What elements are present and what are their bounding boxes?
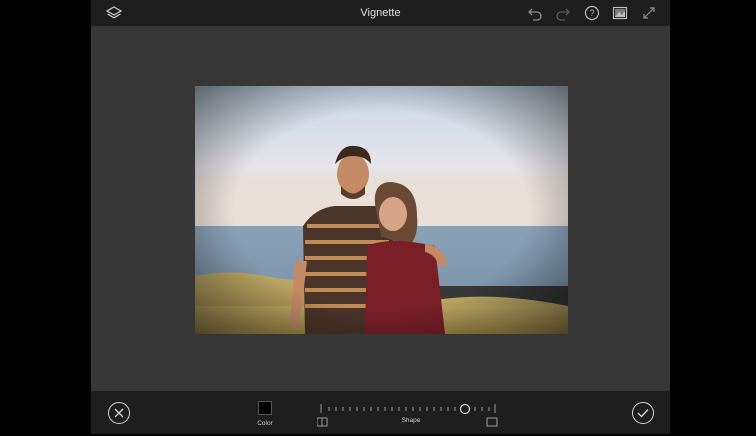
image-compare-icon[interactable] <box>611 4 629 22</box>
svg-text:?: ? <box>589 8 594 18</box>
confirm-button[interactable] <box>632 402 654 424</box>
round-shape-icon <box>486 417 498 427</box>
bottom-toolbar: Color Shape <box>91 391 670 434</box>
square-shape-icon <box>316 417 328 427</box>
slider-thumb <box>459 403 471 415</box>
close-icon <box>114 408 124 418</box>
help-icon[interactable]: ? <box>583 4 601 22</box>
photo-preview[interactable] <box>195 86 568 334</box>
editor-canvas <box>91 26 670 391</box>
cancel-button[interactable] <box>108 402 130 424</box>
app-window: Vignette ? Color Shape <box>91 0 670 434</box>
check-icon <box>637 409 649 418</box>
undo-icon[interactable] <box>526 4 544 22</box>
fullscreen-icon[interactable] <box>640 4 658 22</box>
vignette-color-swatch[interactable] <box>258 401 272 415</box>
shape-slider[interactable] <box>316 401 499 431</box>
top-toolbar: Vignette ? <box>91 0 670 26</box>
shape-label: Shape <box>401 417 421 424</box>
redo-icon[interactable] <box>554 4 572 22</box>
color-label: Color <box>257 420 273 427</box>
